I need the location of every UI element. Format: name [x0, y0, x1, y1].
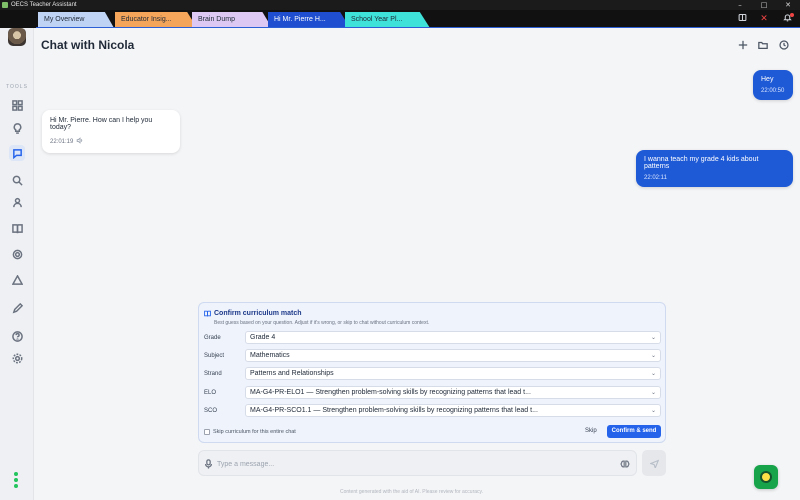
sidebar: TOOLS: [0, 28, 34, 500]
message-composer: [198, 450, 637, 476]
message-time: 22:00:50: [761, 88, 785, 94]
tab-school-year-plan[interactable]: School Year Pl...: [345, 12, 430, 28]
window-title: OECS Teacher Assistant: [11, 2, 77, 8]
assistant-icon: [760, 471, 772, 483]
close-window-button[interactable]: ✕: [776, 1, 800, 9]
sidebar-section-label: TOOLS: [6, 84, 28, 90]
grid-icon[interactable]: [9, 97, 25, 113]
help-icon[interactable]: [9, 328, 25, 344]
elo-value: MA-G4-PR-ELO1 — Strengthen problem-solvi…: [250, 389, 531, 396]
chevron-down-icon: ⌄: [650, 334, 656, 341]
brain-icon[interactable]: [620, 459, 630, 469]
target-icon[interactable]: [9, 246, 25, 262]
status-indicator: [14, 472, 20, 490]
confirm-send-button[interactable]: Confirm & send: [607, 425, 661, 438]
ai-disclaimer: Content generated with the aid of AI. Pl…: [340, 489, 484, 495]
send-button[interactable]: [642, 450, 666, 476]
elo-select[interactable]: MA-G4-PR-ELO1 — Strengthen problem-solvi…: [245, 386, 661, 399]
page-title: Chat with Nicola: [41, 38, 135, 52]
message-text: Hi Mr. Pierre. How can I help you today?: [50, 117, 153, 131]
tab-educator-insights[interactable]: Educator Insig...: [115, 12, 197, 28]
folder-icon[interactable]: [756, 38, 770, 52]
message-text: I wanna teach my grade 4 kids about patt…: [644, 156, 759, 170]
maximize-button[interactable]: □: [752, 1, 776, 9]
close-tab-icon[interactable]: ✕: [757, 13, 771, 25]
tab-my-overview[interactable]: My Overview: [38, 12, 114, 28]
assistant-message: Hi Mr. Pierre. How can I help you today?…: [42, 110, 180, 153]
card-subtitle: Best guess based on your question. Adjus…: [214, 320, 430, 326]
grade-value: Grade 4: [250, 334, 276, 341]
tab-brain-dump[interactable]: Brain Dump: [192, 12, 272, 28]
message-input[interactable]: [217, 457, 597, 471]
shapes-icon[interactable]: [9, 272, 25, 288]
assistant-launcher-button[interactable]: [754, 465, 778, 489]
tab-chat-active[interactable]: Hi Mr. Pierre H...: [268, 12, 350, 28]
grade-label: Grade: [204, 335, 221, 341]
user-message: Hey 22:00:50: [753, 70, 793, 100]
tab-bar: My Overview Educator Insig... Brain Dump…: [0, 10, 800, 28]
subject-select[interactable]: Mathematics ⌄: [245, 349, 661, 362]
sco-label: SCO: [204, 408, 218, 414]
skip-curriculum-checkbox[interactable]: [204, 429, 210, 435]
sco-value: MA-G4-PR-SCO1.1 — Strengthen problem-sol…: [250, 407, 538, 414]
book-icon[interactable]: [9, 220, 25, 236]
app-icon: [2, 2, 8, 8]
pencil-icon[interactable]: [9, 300, 25, 316]
settings-icon[interactable]: [9, 350, 25, 366]
speaker-icon[interactable]: [76, 137, 83, 146]
curriculum-card: Confirm curriculum match Best guess base…: [198, 302, 666, 443]
microphone-icon[interactable]: [204, 459, 213, 469]
sco-select[interactable]: MA-G4-PR-SCO1.1 — Strengthen problem-sol…: [245, 404, 661, 417]
lightbulb-icon[interactable]: [9, 120, 25, 136]
chevron-down-icon: ⌄: [650, 407, 656, 414]
grade-select[interactable]: Grade 4 ⌄: [245, 331, 661, 344]
user-message: I wanna teach my grade 4 kids about patt…: [636, 150, 793, 187]
chat-icon[interactable]: [9, 145, 25, 161]
subject-label: Subject: [204, 353, 225, 359]
send-icon: [649, 459, 659, 468]
strand-value: Patterns and Relationships: [250, 370, 334, 377]
message-meta: 22:01:19: [50, 137, 172, 146]
chevron-down-icon: ⌄: [650, 352, 656, 359]
chevron-down-icon: ⌄: [650, 389, 656, 396]
strand-label: Strand: [204, 371, 222, 377]
search-icon[interactable]: [9, 172, 25, 188]
notification-dot: [790, 13, 794, 17]
message-time: 22:01:19: [50, 138, 74, 145]
chevron-down-icon: ⌄: [650, 370, 656, 377]
columns-icon[interactable]: [735, 13, 749, 25]
elo-label: ELO: [204, 390, 217, 396]
title-bar: OECS Teacher Assistant – □ ✕: [0, 0, 800, 10]
strand-select[interactable]: Patterns and Relationships ⌄: [245, 367, 661, 380]
message-time: 22:02:11: [644, 175, 667, 181]
tab-underline: [36, 27, 800, 28]
avatar[interactable]: [8, 28, 26, 46]
new-chat-icon[interactable]: [736, 38, 750, 52]
person-icon[interactable]: [9, 194, 25, 210]
book-open-icon: [204, 310, 211, 317]
minimize-button[interactable]: –: [728, 1, 752, 9]
message-text: Hey: [761, 76, 774, 83]
card-title: Confirm curriculum match: [214, 310, 302, 317]
skip-curriculum-label: Skip curriculum for this entire chat: [213, 429, 296, 435]
skip-button[interactable]: Skip: [585, 428, 597, 434]
history-icon[interactable]: [777, 38, 791, 52]
subject-value: Mathematics: [250, 352, 290, 359]
